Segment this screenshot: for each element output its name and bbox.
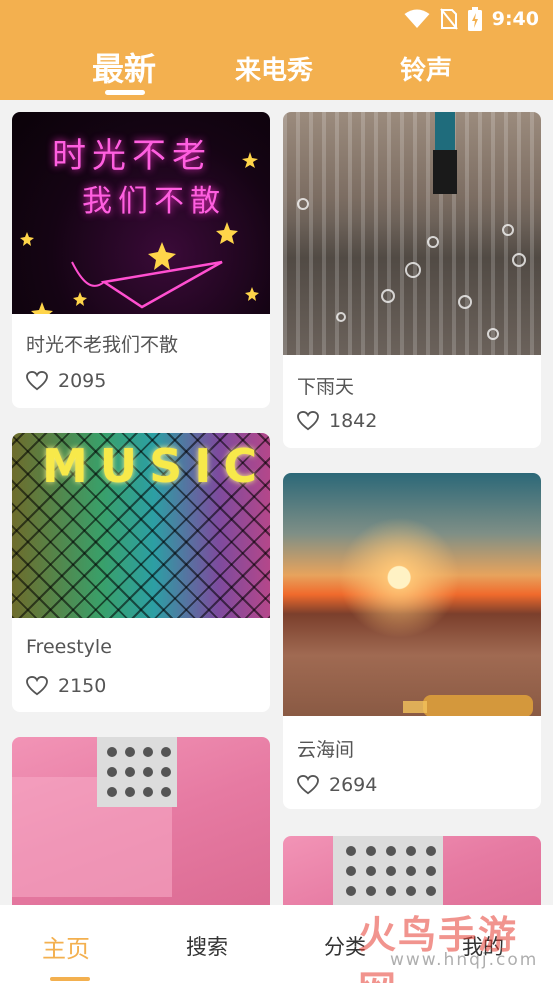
card-title: 下雨天 [297,376,355,398]
heart-icon [297,411,319,431]
bottle-art [403,695,533,716]
card-image [283,112,541,355]
tab-ringtones[interactable]: 铃声 [400,50,452,87]
tab-caller-show[interactable]: 来电秀 [235,50,313,87]
like-number: 2095 [58,370,107,392]
like-count[interactable]: 1842 [297,410,377,432]
like-count[interactable]: 2150 [26,675,106,697]
active-tab-indicator [105,90,145,95]
like-number: 2694 [329,774,378,796]
nav-home[interactable]: 主页 [42,929,90,964]
top-tabs: 最新 来电秀 铃声 [0,42,553,98]
status-bar: 9:40 [404,6,539,32]
like-count[interactable]: 2694 [297,774,377,796]
rain-art [297,112,526,340]
active-nav-indicator [50,977,90,981]
heart-icon [26,676,48,696]
heart-icon [26,371,48,391]
wallpaper-card[interactable]: MUSIC Freestyle 2150 [12,433,270,712]
wallpaper-card[interactable]: 时光不老 我们不散 时光不老我们不散 2095 [12,112,270,408]
card-image: 时光不老 我们不散 [12,112,270,314]
card-image [283,473,541,716]
battery-icon [467,7,482,31]
wallpaper-card[interactable]: 下雨天 1842 [283,112,541,448]
heart-icon [297,775,319,795]
no-sim-icon [439,8,458,30]
neon-text-line-1: 时光不老 [52,136,212,176]
card-title: Freestyle [26,636,112,658]
nav-mine[interactable]: 我的 [462,931,504,961]
like-number: 1842 [329,410,378,432]
tab-latest[interactable]: 最新 [92,44,156,90]
card-title: 云海间 [297,739,355,761]
card-title: 时光不老我们不散 [26,334,179,356]
bottom-navigation: 主页 搜索 分类 我的 [0,905,553,983]
status-time: 9:40 [491,8,539,30]
like-number: 2150 [58,675,107,697]
nav-categories[interactable]: 分类 [324,931,366,961]
card-image: MUSIC [12,433,270,618]
wallpaper-card[interactable]: 云海间 2694 [283,473,541,809]
like-count[interactable]: 2095 [26,370,106,392]
music-neon-text: MUSIC [42,439,270,493]
neon-text-line-2: 我们不散 [82,184,226,219]
wifi-icon [404,9,430,28]
nav-search[interactable]: 搜索 [186,931,228,961]
top-header: 9:40 最新 来电秀 铃声 [0,0,553,100]
